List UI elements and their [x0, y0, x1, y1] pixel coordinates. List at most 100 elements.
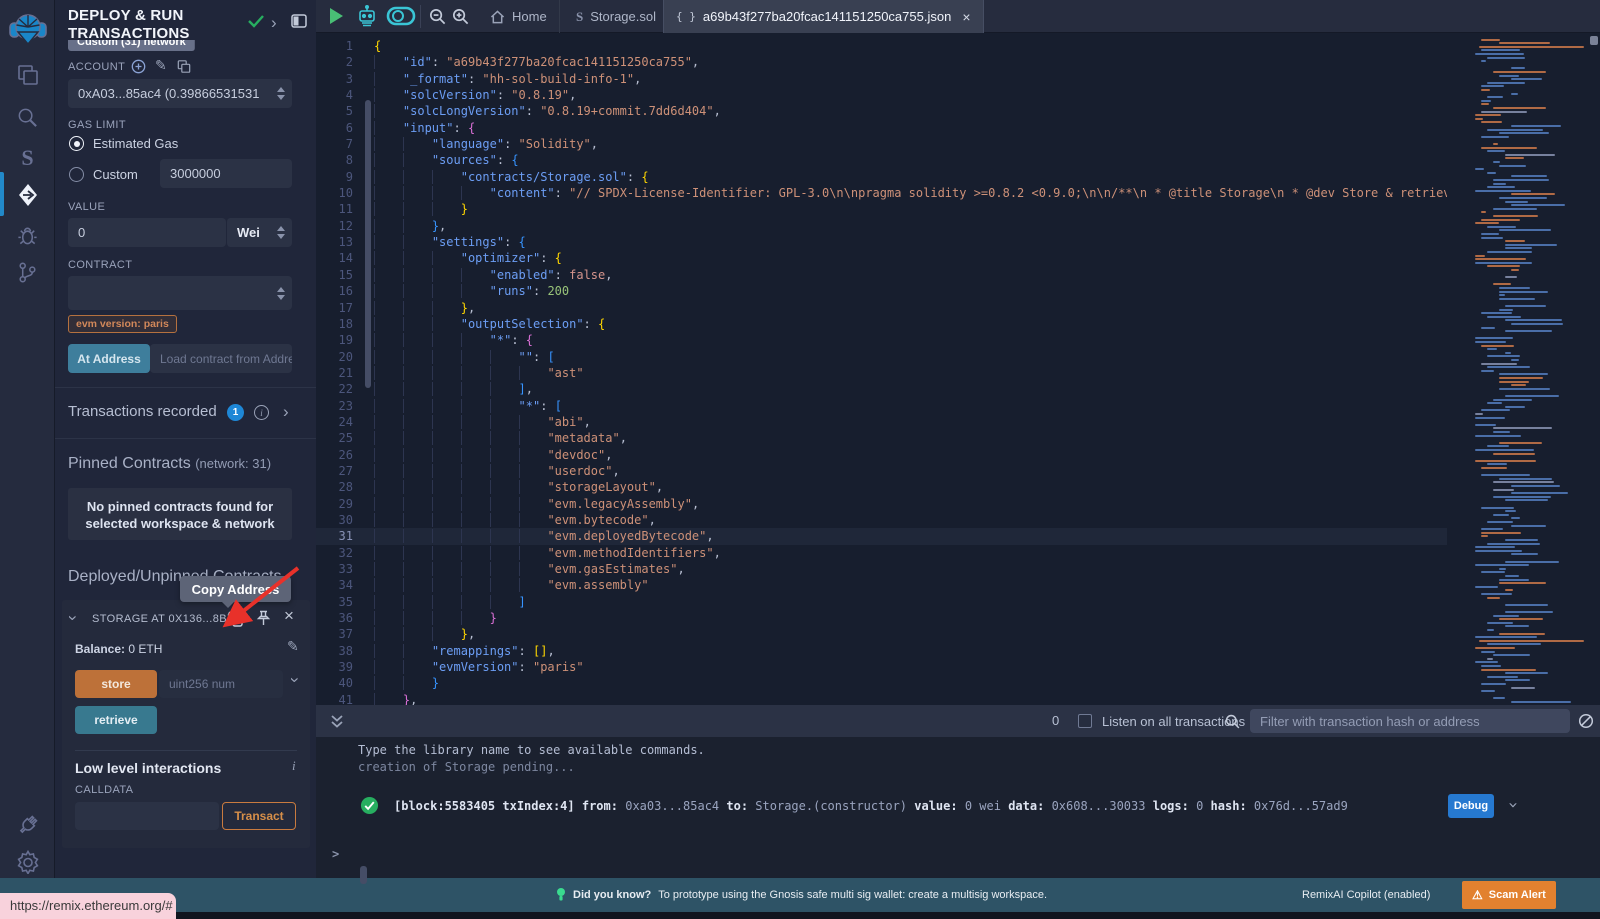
terminal-output[interactable]: Type the library name to see available c…: [316, 737, 1600, 878]
debugger-icon[interactable]: [0, 215, 55, 255]
listen-all-checkbox[interactable]: [1078, 714, 1092, 728]
account-label: ACCOUNT: [68, 61, 125, 73]
at-address-input[interactable]: Load contract from Addre: [150, 344, 292, 373]
custom-gas-radio[interactable]: [69, 167, 84, 182]
remix-ide-window: S DEPLOY & RUN TRANSACTIONS › Custom (31…: [0, 0, 1600, 919]
edit-account-icon[interactable]: ✎: [155, 57, 167, 74]
panel-scrollbar-bottom[interactable]: [360, 866, 367, 884]
remix-logo-icon[interactable]: [0, 4, 55, 56]
code-editor[interactable]: 1{2 "id": "a69b43f277ba20fcac141151250ca…: [316, 33, 1447, 706]
tab-home[interactable]: Home: [478, 0, 560, 33]
transactions-count-badge: 1: [227, 404, 244, 421]
edit-balance-icon[interactable]: ✎: [287, 638, 299, 655]
pinned-contracts-title: Pinned Contracts (network: 31): [68, 455, 271, 473]
remove-contract-icon[interactable]: ×: [284, 606, 294, 626]
estimated-gas-label: Estimated Gas: [93, 136, 178, 151]
balance-row: Balance: 0 ETH: [75, 642, 162, 656]
code-line: 4 "solcVersion": "0.8.19",: [316, 87, 1447, 103]
deployed-contract-card: › STORAGE AT 0X136...8B78 × Balance: 0 E…: [62, 600, 310, 848]
collapse-terminal-icon[interactable]: [330, 714, 344, 729]
zoom-in-icon[interactable]: [451, 7, 470, 26]
transaction-log-line[interactable]: [block:5583405 txIndex:4] from: 0xa03...…: [394, 799, 1434, 813]
file-explorer-icon[interactable]: [0, 55, 55, 95]
panel-title: DEPLOY & RUN TRANSACTIONS: [68, 7, 248, 43]
code-line: 31 "evm.deployedBytecode",: [316, 528, 1447, 544]
panel-scrollbar[interactable]: [365, 100, 371, 388]
zoom-out-icon[interactable]: [428, 7, 447, 26]
minimap[interactable]: [1475, 35, 1588, 705]
low-level-info-icon[interactable]: i: [292, 758, 296, 774]
code-line: 40 }: [316, 675, 1447, 691]
transaction-filter-input[interactable]: [1250, 709, 1570, 733]
account-select[interactable]: 0xA03...85ac4 (0.39866531531: [68, 79, 292, 108]
plugin-manager-icon[interactable]: [0, 805, 55, 845]
tx-success-icon: [360, 796, 379, 815]
json-file-icon: { }: [676, 10, 696, 23]
chevron-right-icon[interactable]: ›: [271, 13, 277, 33]
code-line: 7 "language": "Solidity",: [316, 136, 1447, 152]
terminal-prompt: >: [332, 847, 339, 861]
search-icon[interactable]: [0, 97, 55, 137]
add-account-icon[interactable]: [131, 59, 146, 74]
expand-store-chevron[interactable]: ›: [285, 677, 305, 683]
store-button[interactable]: store: [75, 670, 157, 698]
code-line: 18 "outputSelection": {: [316, 316, 1447, 332]
transactions-info-icon[interactable]: i: [254, 405, 269, 420]
expand-log-chevron[interactable]: ›: [1503, 800, 1523, 810]
pin-contract-icon[interactable]: [256, 610, 271, 627]
bottom-strip: [0, 912, 1600, 919]
code-line: 33 "evm.gasEstimates",: [316, 561, 1447, 577]
editor-scrollbar-thumb[interactable]: [1590, 36, 1598, 45]
settings-gear-icon[interactable]: [0, 842, 55, 882]
custom-gas-label: Custom: [93, 167, 138, 182]
calldata-label: CALLDATA: [75, 784, 133, 796]
transactions-expand-chevron[interactable]: ›: [283, 402, 289, 422]
at-address-button[interactable]: At Address: [68, 344, 150, 373]
terminal-badge-count: 0: [1052, 713, 1059, 728]
custom-gas-input[interactable]: 3000000: [160, 159, 292, 188]
value-input[interactable]: 0: [68, 218, 226, 247]
value-label: VALUE: [68, 201, 105, 213]
solidity-compiler-icon[interactable]: S: [0, 138, 55, 178]
terminal-search-icon[interactable]: [1224, 713, 1241, 730]
scam-alert-button[interactable]: ⚠ Scam Alert: [1462, 881, 1556, 909]
code-line: 15 "enabled": false,: [316, 267, 1447, 283]
evm-version-badge: evm version: paris: [68, 315, 177, 333]
value-unit-select[interactable]: Wei: [226, 218, 292, 247]
code-line: 41 },: [316, 692, 1447, 706]
copy-account-icon[interactable]: [177, 59, 191, 74]
retrieve-button[interactable]: retrieve: [75, 706, 157, 734]
terminal-line: Type the library name to see available c…: [358, 743, 705, 757]
solidity-file-icon: S: [576, 9, 583, 25]
code-line: 37 },: [316, 626, 1447, 642]
code-line: 3 "_format": "hh-sol-build-info-1",: [316, 71, 1447, 87]
code-line: 30 "evm.bytecode",: [316, 512, 1447, 528]
contract-select[interactable]: [68, 276, 292, 310]
close-tab-icon[interactable]: ×: [962, 9, 970, 25]
code-line: 34 "evm.assembly": [316, 577, 1447, 593]
editor-toolbar: Home S Storage.sol { } a69b43f277ba20fca…: [316, 0, 1600, 33]
code-line: 39 "evmVersion": "paris": [316, 659, 1447, 675]
tab-build-info-json[interactable]: { } a69b43f277ba20fcac141151250ca755.jso…: [663, 0, 984, 33]
debug-button[interactable]: Debug: [1448, 794, 1494, 818]
pinned-network-label: (network: 31): [195, 456, 271, 471]
code-line: 28 "storageLayout",: [316, 479, 1447, 495]
code-line: 10 "content": "// SPDX-License-Identifie…: [316, 185, 1447, 201]
estimated-gas-radio[interactable]: [69, 136, 84, 151]
copilot-toggle-icon[interactable]: [386, 6, 416, 26]
calldata-input[interactable]: [75, 802, 219, 830]
transact-button[interactable]: Transact: [222, 802, 296, 830]
store-arg-input[interactable]: uint256 num: [159, 670, 283, 698]
tab-storage-sol[interactable]: S Storage.sol: [564, 0, 669, 33]
collapse-contract-chevron[interactable]: ›: [63, 615, 83, 621]
remixai-robot-icon[interactable]: [356, 5, 378, 28]
deploy-run-icon[interactable]: [0, 175, 55, 215]
code-line: 12 },: [316, 218, 1447, 234]
pin-panel-icon[interactable]: [291, 14, 307, 28]
code-line: 14 "optimizer": {: [316, 250, 1447, 266]
code-line: 32 "evm.methodIdentifiers",: [316, 545, 1447, 561]
code-line: 9 "contracts/Storage.sol": {: [316, 169, 1447, 185]
run-script-icon[interactable]: [330, 8, 343, 24]
git-icon[interactable]: [0, 252, 55, 292]
clear-console-icon[interactable]: [1578, 713, 1594, 729]
